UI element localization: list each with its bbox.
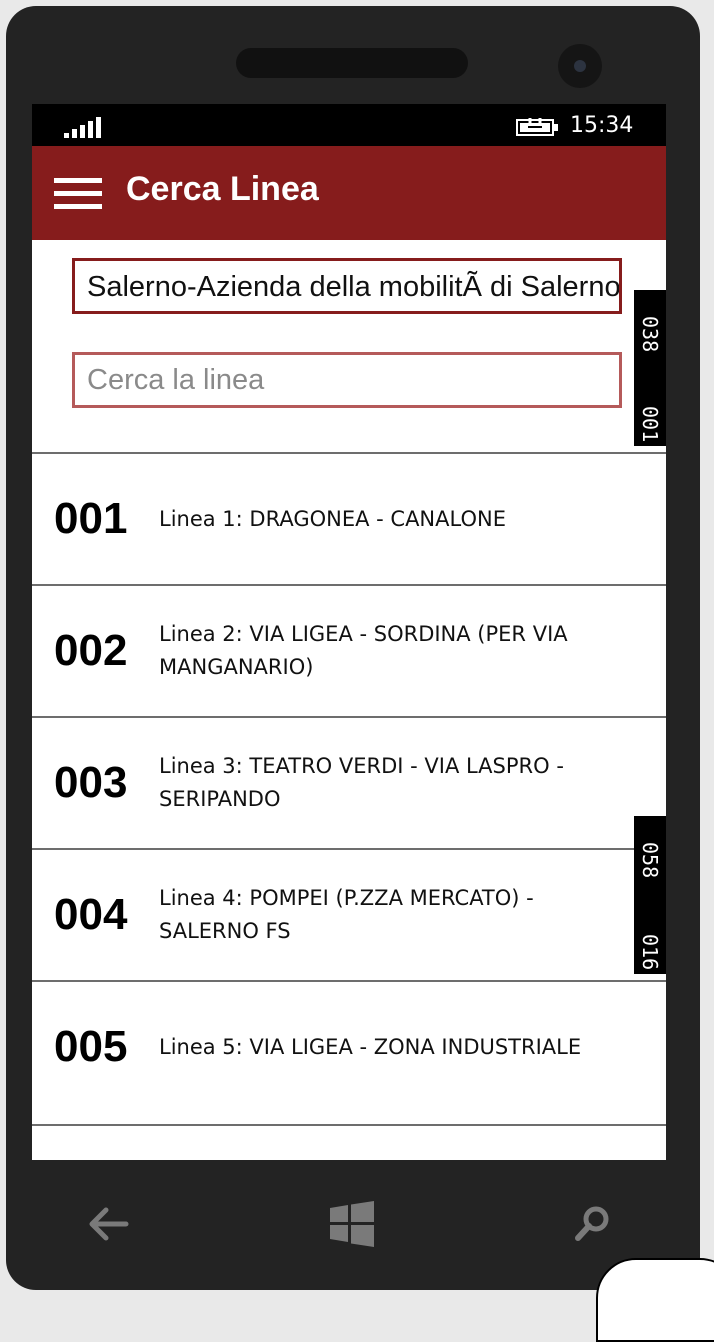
signal-bars-icon [64, 116, 104, 138]
list-item[interactable]: 003 Linea 3: TEATRO VERDI - VIA LASPRO -… [32, 716, 666, 848]
list-divider [32, 1124, 666, 1126]
debug-counter-overlay: 058 016 [634, 816, 666, 974]
debug-counter-value: 038 [638, 316, 662, 353]
agency-select-field[interactable]: Salerno-Azienda della mobilitÃ di Salern… [72, 258, 622, 314]
line-search-input[interactable] [72, 352, 622, 408]
line-name: Linea 3: TEATRO VERDI - VIA LASPRO - SER… [159, 754, 564, 811]
list-item[interactable]: 004 Linea 4: POMPEI (P.ZZA MERCATO) - SA… [32, 848, 666, 980]
debug-counter-value: 001 [638, 405, 662, 442]
list-item[interactable]: 001 Linea 1: DRAGONEA - CANALONE [32, 452, 666, 584]
bus-line-list: 001 Linea 1: DRAGONEA - CANALONE 002 Lin… [32, 452, 666, 1112]
debug-counter-value: 058 [638, 842, 662, 879]
app-bar: Cerca Linea [32, 146, 666, 240]
line-name: Linea 5: VIA LIGEA - ZONA INDUSTRIALE [159, 1034, 582, 1059]
debug-counter-overlay: 038 001 [634, 290, 666, 446]
battery-charging-icon [516, 118, 558, 136]
list-item[interactable]: 005 Linea 5: VIA LIGEA - ZONA INDUSTRIAL… [32, 980, 666, 1112]
line-number: 001 [54, 494, 128, 543]
list-item[interactable]: 002 Linea 2: VIA LIGEA - SORDINA (PER VI… [32, 584, 666, 716]
earpiece-speaker [236, 48, 468, 78]
line-number: 003 [54, 758, 128, 807]
front-camera [558, 44, 602, 88]
line-name: Linea 4: POMPEI (P.ZZA MERCATO) - SALERN… [159, 886, 534, 943]
line-number: 004 [54, 890, 128, 939]
debug-counter-value: 016 [638, 933, 662, 970]
hamburger-menu-icon[interactable] [54, 174, 102, 212]
line-name: Linea 2: VIA LIGEA - SORDINA (PER VIA MA… [159, 622, 568, 679]
windows-logo-icon[interactable] [328, 1200, 376, 1248]
status-bar: 15:34 [32, 104, 666, 146]
app-screen: 15:34 Cerca Linea Salerno-Azienda della … [32, 104, 666, 1160]
back-arrow-icon[interactable] [86, 1204, 130, 1244]
search-icon[interactable] [572, 1204, 612, 1244]
line-number: 005 [54, 1022, 128, 1071]
line-number: 002 [54, 626, 128, 675]
cursor-tooltip-bubble [596, 1258, 714, 1342]
page-title: Cerca Linea [126, 170, 319, 208]
line-name: Linea 1: DRAGONEA - CANALONE [159, 506, 506, 531]
status-clock: 15:34 [570, 113, 634, 138]
